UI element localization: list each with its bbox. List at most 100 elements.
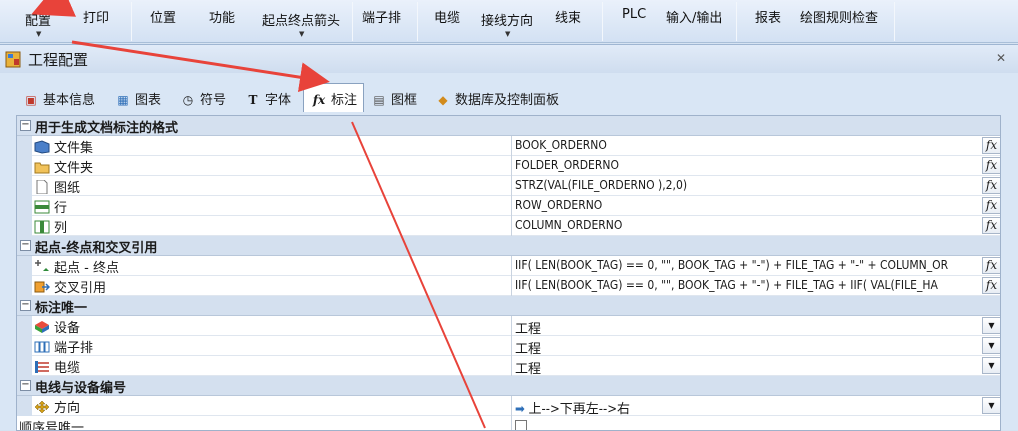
property-row-device[interactable]: 设备 工程 ▼ — [17, 316, 1000, 336]
category-document-annotation-format[interactable]: − 用于生成文档标注的格式 — [17, 116, 1000, 136]
tab-symbols[interactable]: ◷ 符号 — [179, 85, 226, 111]
property-value[interactable]: FOLDER_ORDERNO — [515, 158, 983, 176]
drawing-check-button[interactable]: 绘图规则检查 — [800, 7, 878, 26]
property-row-folder[interactable]: 文件夹 FOLDER_ORDERNO fx — [17, 156, 1000, 176]
tab-font[interactable]: T 字体 — [244, 85, 291, 111]
project-icon — [5, 51, 21, 68]
row-gutter — [17, 196, 32, 216]
property-value[interactable]: ROW_ORDERNO — [515, 198, 983, 216]
column-divider — [511, 276, 512, 296]
property-grid: − 用于生成文档标注的格式 文件集 BOOK_ORDERNO fx 文件夹 FO… — [16, 115, 1001, 431]
terminal-strip-button[interactable]: 端子排 — [362, 7, 401, 26]
property-row-row[interactable]: 行 ROW_ORDERNO fx — [17, 196, 1000, 216]
property-row-unique-sequence[interactable]: 顺序号唯一 — [17, 416, 1000, 430]
property-value[interactable]: BOOK_ORDERNO — [515, 138, 983, 156]
function-button[interactable]: 功能 — [209, 7, 235, 26]
property-row-drawing[interactable]: 图纸 STRZ(VAL(FILE_ORDERNO ),2,0) fx — [17, 176, 1000, 196]
property-name: 文件夹 — [34, 157, 93, 176]
ribbon-separator — [736, 2, 737, 41]
column-icon — [34, 220, 50, 234]
property-row-cable[interactable]: 电缆 工程 ▼ — [17, 356, 1000, 376]
dialog-title: 工程配置 — [28, 51, 89, 69]
crossref-icon — [34, 281, 50, 293]
property-row-crossref[interactable]: 交叉引用 IIF( LEN(BOOK_TAG) == 0, "", BOOK_T… — [17, 276, 1000, 296]
wire-direction-caret[interactable]: ▼ — [505, 30, 510, 38]
print-button[interactable]: 打印 — [83, 7, 109, 26]
property-value[interactable]: IIF( LEN(BOOK_TAG) == 0, "", BOOK_TAG + … — [515, 258, 983, 276]
io-button[interactable]: 输入/输出 — [666, 7, 722, 26]
property-label: 文件集 — [54, 141, 94, 156]
dropdown-icon[interactable]: ▼ — [982, 397, 1000, 414]
book-set-icon — [34, 140, 50, 154]
close-icon[interactable]: ✕ — [996, 51, 1006, 65]
row-gutter — [17, 156, 32, 176]
collapse-icon[interactable]: − — [20, 300, 31, 311]
cable-button[interactable]: 电缆 — [434, 7, 460, 26]
plc-button[interactable]: PLC — [622, 7, 646, 22]
category-label: 用于生成文档标注的格式 — [35, 121, 179, 136]
property-value[interactable]: 工程 — [515, 338, 983, 356]
tab-frame[interactable]: ▤ 图框 — [370, 85, 417, 111]
tab-label: 标注 — [331, 93, 358, 108]
property-label: 电缆 — [54, 361, 81, 376]
tab-annotation[interactable]: fx 标注 — [303, 83, 365, 112]
column-divider — [511, 136, 512, 156]
config-button[interactable]: 配置 — [25, 10, 51, 29]
tab-charts[interactable]: ▦ 图表 — [114, 85, 161, 111]
column-divider — [511, 356, 512, 376]
row-gutter — [17, 256, 32, 276]
property-label: 行 — [54, 201, 68, 216]
tab-label: 图表 — [135, 93, 162, 108]
tab-label: 数据库及控制面板 — [455, 93, 560, 108]
tab-database-panel[interactable]: ◆ 数据库及控制面板 — [434, 85, 559, 111]
formula-button[interactable]: fx — [982, 157, 1000, 174]
dropdown-icon[interactable]: ▼ — [982, 357, 1000, 374]
report-button[interactable]: 报表 — [755, 7, 781, 26]
property-value[interactable]: 工程 — [515, 358, 983, 376]
row-gutter — [17, 356, 32, 376]
property-row-origin-destination[interactable]: 起点 - 终点 IIF( LEN(BOOK_TAG) == 0, "", BOO… — [17, 256, 1000, 276]
property-row-direction[interactable]: 方向 ➡ 上-->下再左-->右 ▼ — [17, 396, 1000, 416]
config-dropdown-caret[interactable]: ▼ — [36, 30, 41, 38]
property-value[interactable]: 工程 — [515, 318, 983, 336]
formula-button[interactable]: fx — [982, 277, 1000, 294]
property-name: 端子排 — [34, 337, 93, 356]
start-end-arrow-button[interactable]: 起点终点箭头 — [262, 10, 340, 29]
property-row-column[interactable]: 列 COLUMN_ORDERNO fx — [17, 216, 1000, 236]
column-divider — [511, 396, 512, 416]
property-value[interactable]: STRZ(VAL(FILE_ORDERNO ),2,0) — [515, 178, 983, 196]
property-row-book[interactable]: 文件集 BOOK_ORDERNO fx — [17, 136, 1000, 156]
formula-button[interactable]: fx — [982, 197, 1000, 214]
tab-basic-info[interactable]: ▣ 基本信息 — [22, 85, 95, 111]
collapse-icon[interactable]: − — [20, 120, 31, 131]
formula-button[interactable]: fx — [982, 177, 1000, 194]
property-value[interactable]: ➡ 上-->下再左-->右 — [515, 398, 983, 416]
property-row-terminal-strip[interactable]: 端子排 工程 ▼ — [17, 336, 1000, 356]
project-config-dialog: 工程配置 ✕ ▣ 基本信息 ▦ 图表 ◷ 符号 T 字体 fx 标注 ▤ 图框 ◆ 数据库及控… — [0, 44, 1018, 431]
property-label: 图纸 — [54, 181, 81, 196]
category-wire-device-numbering[interactable]: − 电线与设备编号 — [17, 376, 1000, 396]
formula-button[interactable]: fx — [982, 257, 1000, 274]
property-name: 方向 — [34, 397, 80, 416]
arrow-right-icon: ➡ — [515, 402, 525, 416]
collapse-icon[interactable]: − — [20, 380, 31, 391]
column-divider — [511, 176, 512, 196]
wire-direction-button[interactable]: 接线方向 — [481, 10, 533, 29]
property-label: 文件夹 — [54, 161, 94, 176]
start-end-arrow-caret[interactable]: ▼ — [299, 30, 304, 38]
category-origin-destination-crossref[interactable]: − 起点-终点和交叉引用 — [17, 236, 1000, 256]
formula-button[interactable]: fx — [982, 137, 1000, 154]
wire-bundle-button[interactable]: 线束 — [555, 7, 581, 26]
property-value[interactable]: IIF( LEN(BOOK_TAG) == 0, "", BOOK_TAG + … — [515, 278, 983, 296]
unique-sequence-checkbox[interactable] — [515, 420, 527, 430]
dropdown-icon[interactable]: ▼ — [982, 337, 1000, 354]
row-gutter — [17, 336, 32, 356]
terminal-strip-icon — [34, 341, 50, 353]
collapse-icon[interactable]: − — [20, 240, 31, 251]
category-unique-annotation[interactable]: − 标注唯一 — [17, 296, 1000, 316]
position-button[interactable]: 位置 — [150, 7, 176, 26]
dropdown-icon[interactable]: ▼ — [982, 317, 1000, 334]
property-value[interactable]: COLUMN_ORDERNO — [515, 218, 983, 236]
property-label: 端子排 — [54, 341, 94, 356]
formula-button[interactable]: fx — [982, 217, 1000, 234]
